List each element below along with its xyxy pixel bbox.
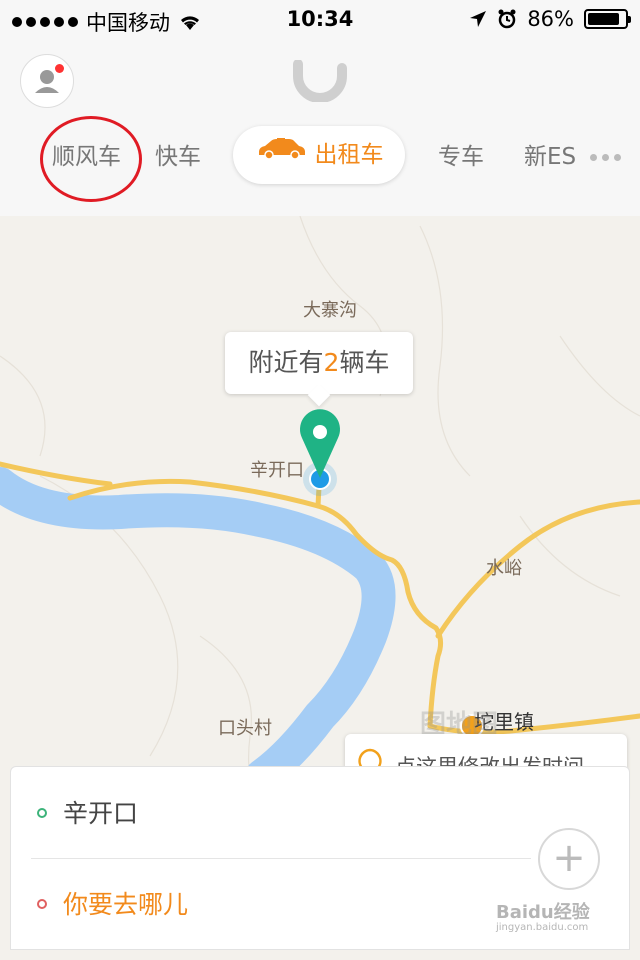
status-right: 86% [469, 7, 631, 31]
place-label: 大寨沟 [303, 300, 357, 321]
map-pin-icon [299, 409, 340, 478]
user-icon [35, 70, 59, 93]
baidu-watermark-text: Baidu经验 [496, 902, 590, 923]
tab-taxi[interactable]: 出租车 [233, 126, 405, 184]
plus-icon: + [552, 835, 586, 881]
header: 顺风车 快车 出租车 专车 新ES [0, 40, 640, 217]
baidu-watermark-sub: jingyan.baidu.com [496, 922, 589, 933]
user-avatar-button[interactable] [20, 54, 74, 108]
start-location-label: 辛开口 [63, 799, 139, 828]
battery-percent: 86% [527, 7, 574, 31]
callout-count: 2 [323, 348, 340, 377]
place-label: 辛开口 [250, 460, 304, 481]
place-label: 口头村 [218, 718, 272, 739]
alarm-icon [498, 9, 516, 29]
status-bar: 中国移动 10:34 86% [0, 0, 640, 40]
taxi-icon [255, 124, 307, 182]
tab-taxi-label: 出租车 [314, 142, 384, 168]
destination-dot-icon [37, 899, 47, 909]
start-dot-icon [37, 808, 47, 818]
tab-new-es[interactable]: 新ES [524, 126, 576, 188]
divider [31, 858, 531, 859]
tab-express[interactable]: 快车 [155, 126, 201, 188]
start-location-row[interactable]: 辛开口 [11, 769, 531, 859]
didi-logo-icon [293, 60, 347, 102]
more-icon[interactable] [590, 154, 621, 161]
destination-placeholder: 你要去哪儿 [63, 890, 189, 919]
notification-dot [55, 64, 64, 73]
callout-suffix: 辆车 [339, 348, 390, 377]
callout-prefix: 附近有 [248, 348, 324, 377]
service-tabs: 顺风车 快车 出租车 专车 新ES [0, 116, 640, 202]
destination-row[interactable]: 你要去哪儿 [11, 860, 531, 950]
nearby-cars-callout: 附近有2辆车 [225, 332, 413, 394]
place-label: 水峪 [486, 558, 522, 579]
plus-button[interactable]: + [538, 828, 600, 890]
tab-premier[interactable]: 专车 [438, 126, 484, 188]
location-arrow-icon [470, 11, 487, 27]
tab-hitch[interactable]: 顺风车 [52, 126, 121, 188]
battery-icon [584, 9, 631, 29]
baidu-watermark: Baidu经验 jingyan.baidu.com [496, 898, 590, 933]
battery-fill [588, 13, 619, 25]
